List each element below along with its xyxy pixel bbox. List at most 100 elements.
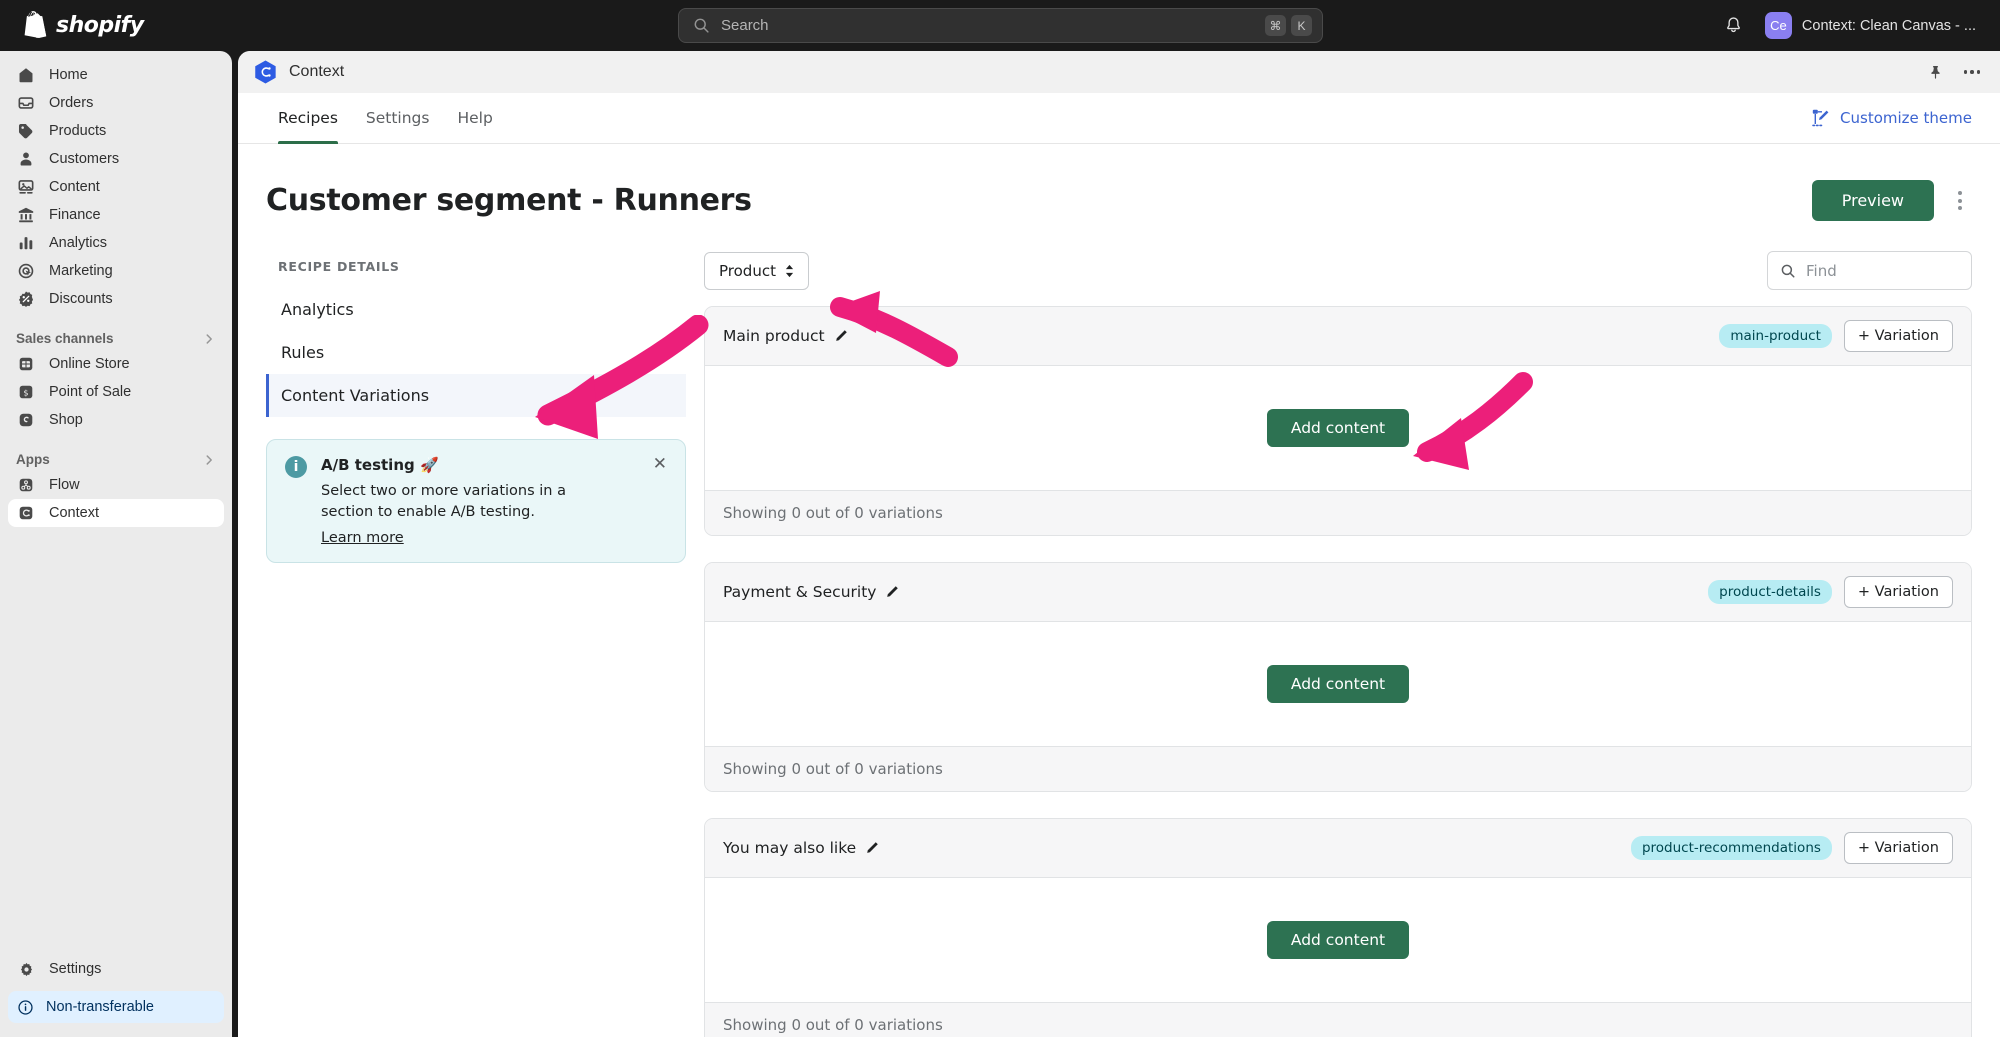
sidebar-spacer — [0, 527, 232, 955]
pos-icon: $ — [16, 382, 36, 402]
content-icon — [16, 177, 36, 197]
page-body: RECIPE DETAILS Analytics Rules Content V… — [238, 221, 2000, 1037]
home-icon — [16, 65, 36, 85]
sidebar-item-label: Point of Sale — [49, 384, 131, 400]
add-content-button[interactable]: Add content — [1267, 921, 1409, 959]
sidebar-group-apps[interactable]: Apps — [16, 452, 216, 467]
app-title: Context — [289, 63, 344, 81]
sidebar-item-label: Customers — [49, 151, 119, 167]
more-vertical-icon[interactable] — [1948, 185, 1972, 216]
shop-icon — [16, 410, 36, 430]
add-content-button[interactable]: Add content — [1267, 409, 1409, 447]
section-title-label: Main product — [723, 327, 825, 345]
flow-icon — [16, 475, 36, 495]
ab-testing-banner: i A/B testing 🚀 Select two or more varia… — [266, 439, 686, 563]
gear-icon — [16, 959, 36, 979]
recipe-nav-item-rules[interactable]: Rules — [266, 331, 686, 374]
sidebar-item-marketing[interactable]: Marketing — [8, 257, 224, 285]
section-title: You may also like — [723, 839, 879, 857]
pencil-icon[interactable] — [834, 329, 848, 343]
ab-testing-banner-title: A/B testing 🚀 — [321, 456, 639, 474]
sidebar-item-label: Finance — [49, 207, 101, 223]
tab-label: Help — [457, 109, 492, 127]
page-header: Customer segment - Runners Preview — [238, 144, 2000, 221]
sidebar-item-products[interactable]: Products — [8, 117, 224, 145]
page-header-actions: Preview — [1812, 180, 1972, 221]
tab-label: Settings — [366, 109, 430, 127]
close-icon[interactable]: ✕ — [653, 456, 667, 546]
avatar: Ce — [1765, 12, 1792, 39]
customize-theme-label: Customize theme — [1840, 109, 1972, 127]
search-icon — [693, 17, 710, 34]
sidebar-bottom: Settings Non-transferable — [0, 955, 232, 1037]
sidebar-group-sales-channels[interactable]: Sales channels — [16, 331, 216, 346]
screen: shopify Search ⌘ K Ce Context: Clean Can… — [0, 0, 2000, 1037]
sidebar-item-customers[interactable]: Customers — [8, 145, 224, 173]
sidebar-item-analytics[interactable]: Analytics — [8, 229, 224, 257]
store-switcher[interactable]: Ce Context: Clean Canvas - ... — [1757, 8, 1984, 43]
add-variation-button[interactable]: + Variation — [1844, 832, 1953, 864]
store-name: Context: Clean Canvas - ... — [1802, 18, 1976, 34]
scope-select[interactable]: Product — [704, 252, 809, 290]
learn-more-link[interactable]: Learn more — [321, 530, 404, 546]
storefront-icon — [16, 354, 36, 374]
section-card-body: Add content — [705, 622, 1971, 746]
shopify-wordmark: shopify — [56, 13, 144, 38]
sidebar-item-orders[interactable]: Orders — [8, 89, 224, 117]
add-variation-button[interactable]: + Variation — [1844, 576, 1953, 608]
recipe-nav-item-content-variations[interactable]: Content Variations — [266, 374, 686, 417]
add-content-button[interactable]: Add content — [1267, 665, 1409, 703]
preview-button[interactable]: Preview — [1812, 180, 1934, 221]
info-icon: i — [285, 456, 307, 478]
sidebar-item-shop[interactable]: Shop — [8, 406, 224, 434]
status-badge-label: Non-transferable — [46, 999, 154, 1015]
sidebar-item-discounts[interactable]: Discounts — [8, 285, 224, 313]
sidebar-item-home[interactable]: Home — [8, 61, 224, 89]
shopify-logo[interactable]: shopify — [22, 11, 144, 40]
tab-settings[interactable]: Settings — [352, 93, 444, 144]
section-card-header: You may also like product-recommendation… — [705, 819, 1971, 878]
sidebar-item-context[interactable]: Context — [8, 499, 224, 527]
bell-icon[interactable] — [1724, 16, 1743, 35]
find-input[interactable]: Find — [1767, 251, 1972, 290]
global-search-bar[interactable]: Search ⌘ K — [678, 8, 1323, 43]
section-card-actions: product-recommendations + Variation — [1631, 832, 1953, 864]
section-card-body: Add content — [705, 366, 1971, 490]
pin-icon[interactable] — [1927, 64, 1944, 81]
pencil-icon[interactable] — [865, 841, 879, 855]
sidebar: Home Orders Products Customers Content — [0, 51, 232, 1037]
svg-text:$: $ — [23, 388, 28, 398]
pencil-icon[interactable] — [885, 585, 899, 599]
section-title-label: Payment & Security — [723, 583, 876, 601]
add-variation-button[interactable]: + Variation — [1844, 320, 1953, 352]
tab-recipes[interactable]: Recipes — [264, 93, 352, 144]
find-input-placeholder: Find — [1806, 262, 1837, 280]
select-chevrons-icon — [785, 264, 794, 278]
status-badge-non-transferable[interactable]: Non-transferable — [8, 991, 224, 1023]
recipe-nav-item-analytics[interactable]: Analytics — [266, 288, 686, 331]
sidebar-group-label: Apps — [16, 452, 50, 467]
global-search-placeholder: Search — [721, 17, 1265, 34]
sidebar-item-label: Orders — [49, 95, 93, 111]
section-card-body: Add content — [705, 878, 1971, 1002]
info-circle-icon — [17, 999, 34, 1016]
sidebar-item-settings[interactable]: Settings — [8, 955, 224, 983]
sidebar-item-flow[interactable]: Flow — [8, 471, 224, 499]
sidebar-item-content[interactable]: Content — [8, 173, 224, 201]
bar-chart-icon — [16, 233, 36, 253]
section-card-actions: product-details + Variation — [1708, 576, 1953, 608]
search-icon — [1780, 263, 1796, 279]
sidebar-item-finance[interactable]: Finance — [8, 201, 224, 229]
more-horizontal-icon[interactable] — [1964, 70, 1981, 74]
sidebar-item-label: Products — [49, 123, 106, 139]
customize-theme-button[interactable]: Customize theme — [1811, 108, 1972, 128]
tag-icon — [16, 121, 36, 141]
recipe-nav-label: Content Variations — [281, 386, 429, 405]
app-title-bar-actions — [1927, 64, 1981, 81]
sidebar-item-point-of-sale[interactable]: $ Point of Sale — [8, 378, 224, 406]
tab-help[interactable]: Help — [443, 93, 506, 144]
sidebar-item-label: Context — [49, 505, 99, 521]
content-variations-panel: Product Find — [704, 251, 1972, 1037]
sidebar-item-online-store[interactable]: Online Store — [8, 350, 224, 378]
chevron-right-icon — [202, 453, 216, 467]
